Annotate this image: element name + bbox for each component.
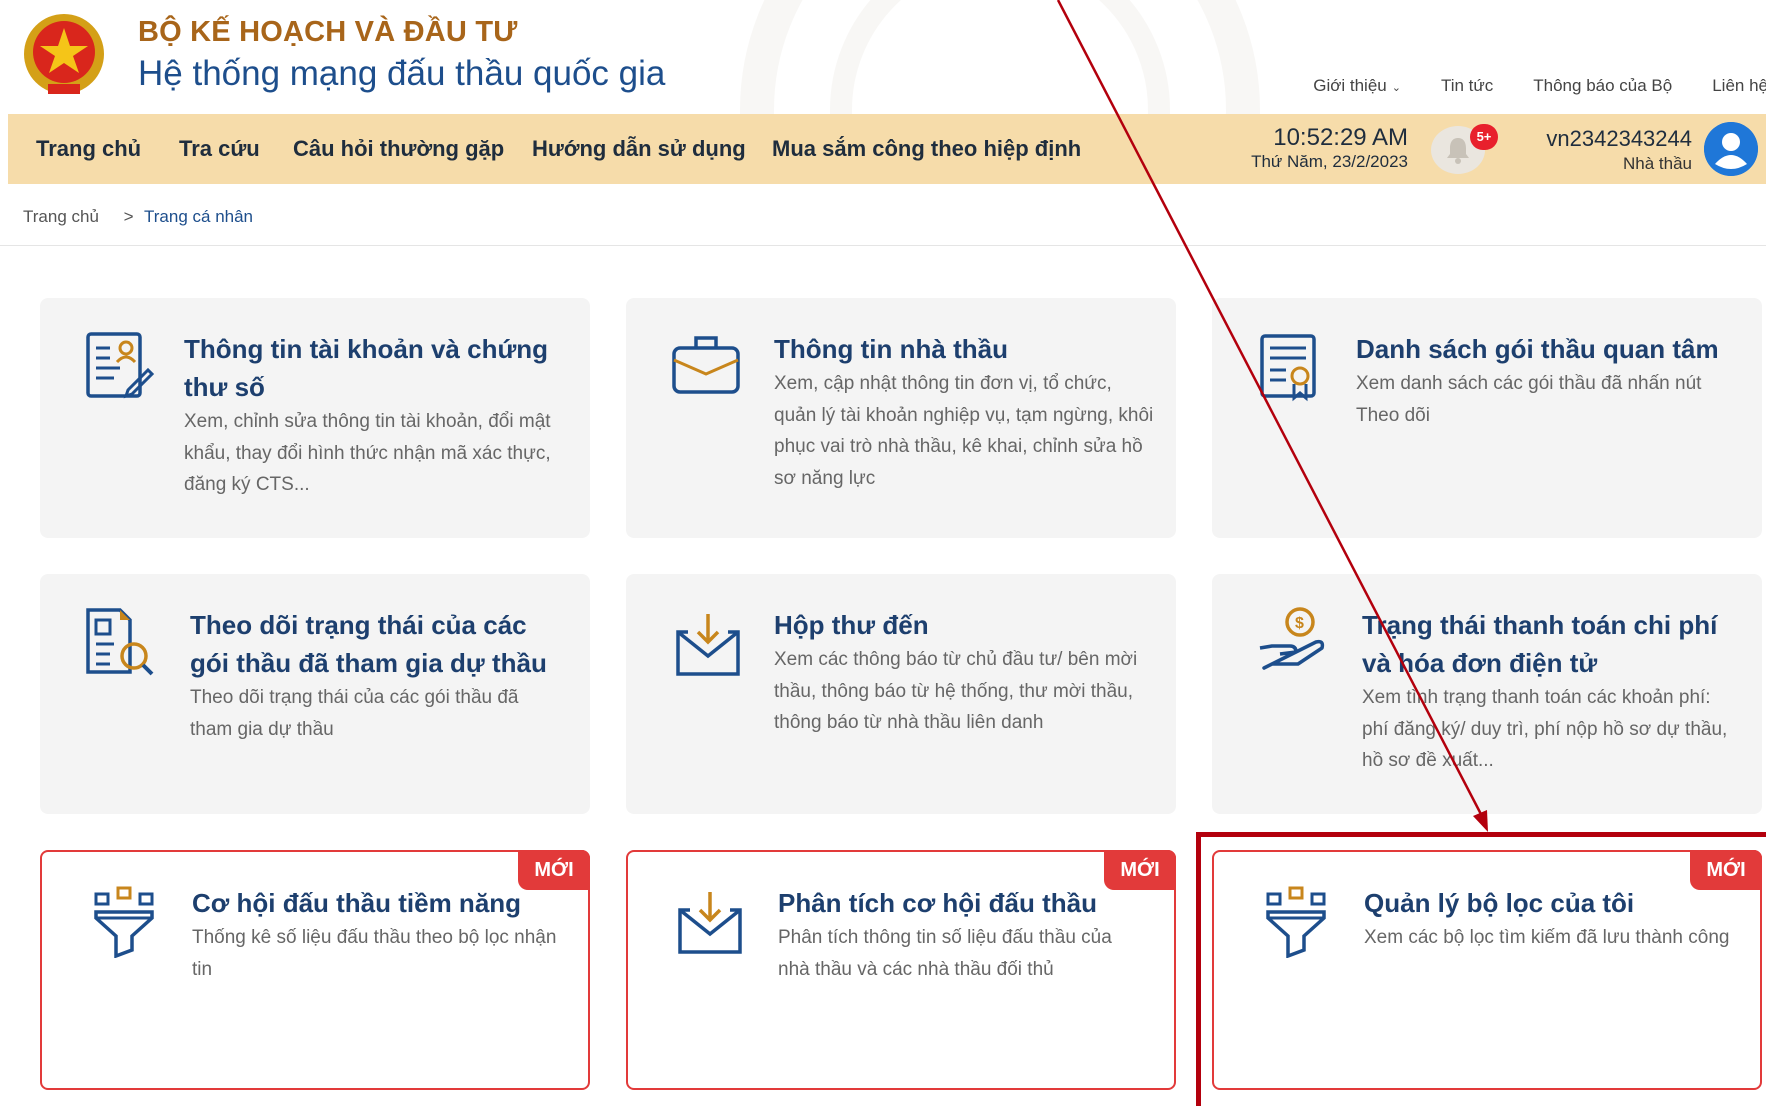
inbox-download-icon bbox=[676, 614, 740, 676]
chevron-down-icon: ⌄ bbox=[1391, 82, 1401, 94]
payment-hand-icon: $ bbox=[1259, 607, 1325, 670]
notification-badge: 5+ bbox=[1470, 124, 1498, 150]
card-contractor-info[interactable]: Thông tin nhà thầu Xem, cập nhật thông t… bbox=[626, 298, 1176, 538]
card-title: Danh sách gói thầu quan tâm bbox=[1356, 334, 1719, 364]
card-desc: Phân tích thông tin số liệu đấu thầu của… bbox=[778, 927, 1112, 980]
card-opportunity-analysis[interactable]: MỚI Phân tích cơ hội đấu thầu Phân tích … bbox=[626, 850, 1176, 1090]
card-desc: Xem tình trạng thanh toán các khoản phí:… bbox=[1362, 687, 1728, 771]
card-desc: Xem các thông báo từ chủ đầu tư/ bên mời… bbox=[774, 649, 1138, 733]
account-certificate-icon bbox=[86, 332, 155, 399]
card-title: Hộp thư đến bbox=[774, 610, 929, 640]
card-title: Thông tin tài khoản và chứng thư số bbox=[184, 334, 549, 402]
card-title: Cơ hội đấu thầu tiềm năng bbox=[192, 888, 522, 918]
site-header: BỘ KẾ HOẠCH VÀ ĐẦU TƯ Hệ thống mạng đấu … bbox=[0, 0, 1766, 114]
card-desc: Xem, cập nhật thông tin đơn vị, tổ chức,… bbox=[774, 373, 1154, 489]
card-inbox[interactable]: Hộp thư đến Xem các thông báo từ chủ đầu… bbox=[626, 574, 1176, 814]
certificate-list-icon bbox=[1260, 334, 1316, 402]
nav-item-cau-hoi[interactable]: Câu hỏi thường gặp bbox=[293, 136, 504, 162]
top-links: Giới thiệu ⌄ Tin tức Thông báo của Bộ Liê… bbox=[1233, 76, 1766, 96]
inbox-download-icon bbox=[678, 892, 742, 954]
divider bbox=[0, 245, 1766, 246]
clock-date: Thứ Năm, 23/2/2023 bbox=[1251, 152, 1408, 171]
top-link-thong-bao[interactable]: Thông báo của Bộ bbox=[1533, 76, 1672, 96]
bell-icon bbox=[1447, 138, 1469, 164]
card-watchlist[interactable]: Danh sách gói thầu quan tâm Xem danh sác… bbox=[1212, 298, 1762, 538]
clock-time: 10:52:29 AM bbox=[1273, 124, 1408, 151]
top-link-lien-he[interactable]: Liên hệ bbox=[1712, 76, 1766, 96]
card-title: Thông tin nhà thầu bbox=[774, 334, 1008, 364]
clock: 10:52:29 AM Thứ Năm, 23/2/2023 bbox=[1234, 124, 1408, 172]
breadcrumb: Trang chủ > Trang cá nhân bbox=[23, 207, 253, 227]
national-emblem-icon[interactable] bbox=[20, 10, 108, 102]
card-title: Trạng thái thanh toán chi phí và hóa đơn… bbox=[1362, 610, 1718, 678]
drum-watermark-inner bbox=[830, 0, 1170, 114]
card-desc: Xem danh sách các gói thầu đã nhấn nút T… bbox=[1356, 373, 1702, 426]
highlight-box bbox=[1196, 832, 1766, 1106]
briefcase-icon bbox=[672, 336, 740, 394]
user-avatar-icon[interactable] bbox=[1704, 122, 1758, 176]
card-payment-status[interactable]: $ Trạng thái thanh toán chi phí và hóa đ… bbox=[1212, 574, 1762, 814]
nav-item-trang-chu[interactable]: Trang chủ bbox=[36, 136, 141, 162]
card-bid-tracking[interactable]: Theo dõi trạng thái của các gói thầu đã … bbox=[40, 574, 590, 814]
user-role: Nhà thầu bbox=[1623, 154, 1692, 173]
breadcrumb-separator: > bbox=[123, 207, 134, 226]
top-link-label: Giới thiệu bbox=[1313, 76, 1387, 95]
user-id[interactable]: vn2342343244 bbox=[1526, 126, 1692, 152]
main-nav: Trang chủ Tra cứu Câu hỏi thường gặp Hướ… bbox=[8, 114, 1766, 184]
card-desc: Xem, chỉnh sửa thông tin tài khoản, đổi … bbox=[184, 411, 551, 495]
site-name[interactable]: Hệ thống mạng đấu thầu quốc gia bbox=[138, 54, 665, 94]
svg-text:$: $ bbox=[1295, 615, 1304, 632]
card-title: Theo dõi trạng thái của các gói thầu đã … bbox=[190, 610, 547, 678]
breadcrumb-home[interactable]: Trang chủ bbox=[23, 207, 99, 226]
top-link-tin-tuc[interactable]: Tin tức bbox=[1441, 76, 1493, 96]
breadcrumb-current: Trang cá nhân bbox=[144, 207, 254, 226]
card-desc: Theo dõi trạng thái của các gói thầu đã … bbox=[190, 687, 519, 740]
nav-item-tra-cuu[interactable]: Tra cứu bbox=[179, 136, 260, 162]
card-potential-opportunities[interactable]: MỚI Cơ hội đấu thầu tiềm năng Thống kê s… bbox=[40, 850, 590, 1090]
card-desc: Thống kê số liệu đấu thầu theo bộ lọc nh… bbox=[192, 927, 557, 980]
org-name[interactable]: BỘ KẾ HOẠCH VÀ ĐẦU TƯ bbox=[138, 16, 518, 49]
card-account-info[interactable]: Thông tin tài khoản và chứng thư số Xem,… bbox=[40, 298, 590, 538]
top-link-gioi-thieu[interactable]: Giới thiệu ⌄ bbox=[1273, 76, 1401, 96]
nav-item-mua-sam[interactable]: Mua sắm công theo hiệp định bbox=[772, 136, 1081, 162]
document-search-icon bbox=[86, 608, 154, 676]
nav-item-huong-dan[interactable]: Hướng dẫn sử dụng bbox=[532, 136, 746, 162]
card-title: Phân tích cơ hội đấu thầu bbox=[778, 888, 1097, 918]
filter-funnel-icon bbox=[94, 886, 154, 958]
